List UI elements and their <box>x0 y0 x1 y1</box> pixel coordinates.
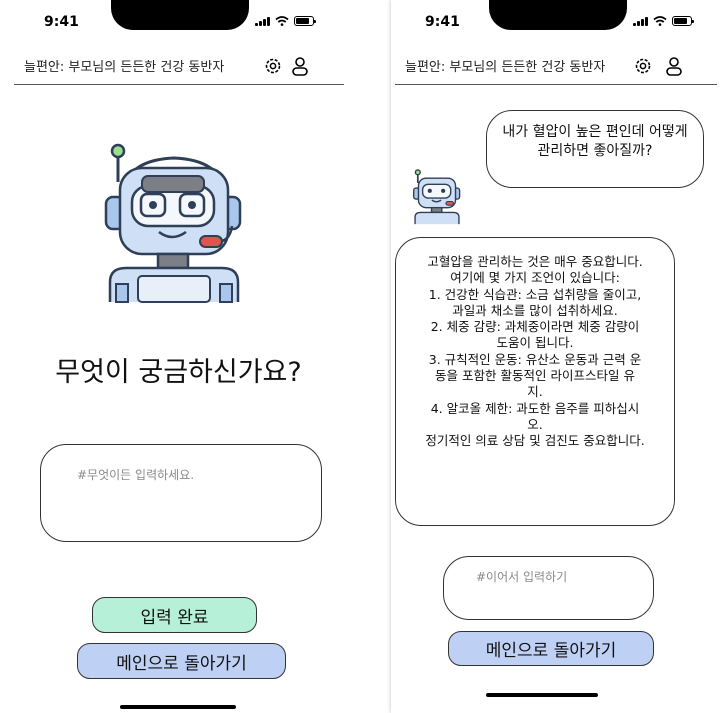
status-icons <box>633 16 694 26</box>
gear-icon[interactable] <box>633 56 653 76</box>
app-title: 늘편안: 부모님의 든든한 건강 동반자 <box>24 60 225 75</box>
status-icons <box>255 16 316 26</box>
wifi-icon <box>275 16 289 26</box>
answer-line: 오. <box>527 416 543 432</box>
submit-button[interactable]: 입력 완료 <box>92 597 257 633</box>
followup-input[interactable] <box>474 569 648 585</box>
question-input[interactable] <box>75 467 309 483</box>
phone-screen-right: 9:41 늘편안: 부모님의 든든한 건강 동반자 내가 혈압이 높은 편인데 … <box>391 0 721 713</box>
home-button[interactable]: 메인으로 돌아가기 <box>77 643 286 679</box>
battery-icon <box>294 16 316 26</box>
app-title: 늘편안: 부모님의 든든한 건강 동반자 <box>405 60 606 75</box>
battery-icon <box>672 16 694 26</box>
answer-line: 2. 체중 감량: 과체중이라면 체중 감량이 <box>430 319 640 335</box>
wifi-icon <box>653 16 667 26</box>
gear-icon[interactable] <box>263 56 283 76</box>
answer-line: 도움이 됩니다. <box>496 335 574 351</box>
header-divider <box>14 84 344 85</box>
robot-icon <box>104 143 242 303</box>
user-icon[interactable] <box>290 56 310 76</box>
question-heading: 무엇이 궁금하신가요? <box>55 357 302 388</box>
phone-screen-left: 9:41 늘편안: 부모님의 든든한 건강 동반자 무엇이 궁금하신가요? #무… <box>0 0 357 713</box>
answer-line: 4. 알코올 제한: 과도한 음주를 피하십시 <box>430 400 640 416</box>
answer-line: 지. <box>527 384 543 400</box>
followup-input-box[interactable] <box>443 556 654 620</box>
answer-line: 과일과 채소를 많이 섭취하세요. <box>452 302 618 318</box>
assistant-answer-bubble: 고혈압을 관리하는 것은 매우 중요합니다. 여기에 몇 가지 조언이 있습니다… <box>395 237 675 526</box>
status-time: 9:41 <box>425 14 460 30</box>
user-message-bubble: 내가 혈압이 높은 편인데 어떻게 관리하면 좋아질까? <box>486 110 704 188</box>
user-message-text: 내가 혈압이 높은 편인데 어떻게 관리하면 좋아질까? <box>502 124 688 159</box>
user-icon[interactable] <box>664 56 684 76</box>
answer-line: 동을 포함한 활동적인 라이프스타일 유 <box>435 368 635 384</box>
answer-line: 3. 규칙적인 운동: 유산소 운동과 근력 운 <box>428 351 642 367</box>
robot-icon <box>413 169 461 225</box>
status-time: 9:41 <box>44 14 79 30</box>
answer-line: 고혈압을 관리하는 것은 매우 중요합니다. <box>427 254 643 269</box>
notch <box>111 0 249 30</box>
home-button[interactable]: 메인으로 돌아가기 <box>448 631 654 666</box>
answer-line: 정기적인 의료 상담 및 검진도 중요합니다. <box>425 433 645 449</box>
signal-icon <box>633 17 648 26</box>
header-divider <box>395 84 717 85</box>
home-indicator <box>120 705 236 709</box>
signal-icon <box>255 17 270 26</box>
answer-line: 여기에 몇 가지 조언이 있습니다: <box>450 270 620 286</box>
home-indicator <box>486 693 598 697</box>
answer-line: 1. 건강한 식습관: 소금 섭취량을 줄이고, <box>428 286 642 302</box>
notch <box>489 0 627 30</box>
question-input-box[interactable] <box>40 444 322 542</box>
